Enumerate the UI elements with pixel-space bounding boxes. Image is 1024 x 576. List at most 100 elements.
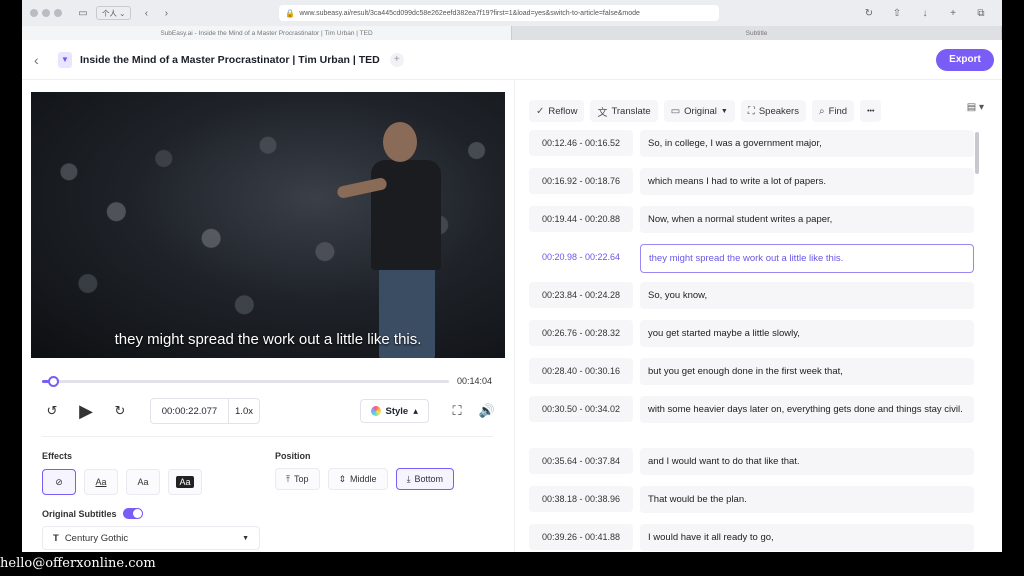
timestamp[interactable]: 00:19.44 - 00:20.88	[529, 206, 633, 232]
transcript-row[interactable]: 00:23.84 - 00:24.28 So, you know,	[529, 282, 978, 309]
browser-window: ▭ 个人 ⌄ ‹ › 🔒 www.subeasy.ai/result/3ca44…	[22, 0, 1002, 552]
reflow-button[interactable]: ✓ Reflow	[529, 100, 585, 122]
check-icon: ✓	[536, 105, 545, 117]
playback-speed[interactable]: 1.0x	[229, 399, 259, 423]
segment-text[interactable]: you get started maybe a little slowly,	[640, 320, 974, 347]
seek-bar[interactable]	[42, 376, 449, 387]
palette-icon	[370, 406, 381, 416]
transcript-row[interactable]: 00:16.92 - 00:18.76 which means I had to …	[529, 168, 978, 195]
volume-icon[interactable]: 🔊	[477, 401, 497, 421]
position-middle-button[interactable]: ⇕ Middle	[327, 468, 388, 490]
caret-up-icon: ▴	[413, 405, 418, 417]
transcript-row[interactable]: 00:19.44 - 00:20.88 Now, when a normal st…	[529, 206, 978, 233]
view-options-icon[interactable]: ▤ ▾	[967, 102, 984, 113]
find-button[interactable]: ⌕ Find	[811, 100, 855, 122]
transcript-row[interactable]: 00:35.64 - 00:37.84 and I would want to d…	[529, 448, 978, 475]
effect-none-button[interactable]: ⊘	[42, 469, 76, 495]
effect-background-button[interactable]: Aa	[168, 469, 202, 495]
timestamp[interactable]: 00:38.18 - 00:38.96	[529, 486, 633, 512]
time-display: 00:00:22.077 1.0x	[150, 398, 260, 424]
back-nav-icon[interactable]: ‹	[139, 6, 153, 20]
downloads-icon[interactable]: ↓	[918, 6, 932, 20]
back-arrow-icon[interactable]: ‹	[34, 52, 48, 68]
document-icon: ▼	[58, 51, 72, 68]
segment-text[interactable]: Now, when a normal student writes a pape…	[640, 206, 974, 233]
close-window-icon[interactable]	[30, 9, 38, 17]
rewind-icon[interactable]: ↺	[42, 401, 62, 421]
transcript-row[interactable]: 00:26.76 - 00:28.32 you get started maybe…	[529, 320, 978, 347]
tab-subeasy[interactable]: SubEasy.ai - Inside the Mind of a Master…	[22, 26, 512, 40]
segment-text[interactable]: with some heavier days later on, everyth…	[640, 396, 974, 423]
speaker-figure-head	[383, 122, 417, 162]
minimize-window-icon[interactable]	[42, 9, 50, 17]
timestamp[interactable]: 00:20.98 - 00:22.64	[529, 244, 633, 270]
style-button[interactable]: Style ▴	[359, 399, 429, 423]
sidebar-toggle-icon[interactable]: ▭	[76, 6, 90, 20]
share-icon[interactable]: ⇧	[890, 6, 904, 20]
font-select[interactable]: T Century Gothic ▼	[42, 526, 260, 550]
transcript-row[interactable]: 00:38.18 - 00:38.96 That would be the pla…	[529, 486, 978, 513]
tab-overview-icon[interactable]: ⧉	[974, 6, 988, 20]
maximize-window-icon[interactable]	[54, 9, 62, 17]
page-title: Inside the Mind of a Master Procrastinat…	[80, 53, 380, 66]
tab-subtitle[interactable]: Subtitle	[512, 26, 1002, 40]
position-bottom-button[interactable]: ⤓ Bottom	[395, 468, 455, 490]
translate-label: Translate	[611, 105, 651, 117]
find-label: Find	[828, 105, 848, 117]
forward-icon[interactable]: ↻	[110, 401, 130, 421]
translate-button[interactable]: 文 Translate	[590, 100, 658, 122]
reflow-label: Reflow	[548, 105, 578, 117]
scrollbar[interactable]	[975, 132, 979, 174]
segment-text[interactable]: So, in college, I was a government major…	[640, 130, 974, 157]
original-subtitles-row: Original Subtitles	[42, 508, 143, 519]
original-dropdown[interactable]: ▭ Original ▼	[663, 100, 735, 122]
font-value: Century Gothic	[64, 532, 129, 544]
segment-text[interactable]: I would have it all ready to go,	[640, 524, 974, 551]
play-icon[interactable]: ▶	[76, 401, 96, 421]
timestamp[interactable]: 00:35.64 - 00:37.84	[529, 448, 633, 474]
forward-nav-icon[interactable]: ›	[159, 6, 173, 20]
style-label: Style	[385, 405, 409, 417]
timestamp[interactable]: 00:39.26 - 00:41.88	[529, 524, 633, 550]
address-bar[interactable]: 🔒 www.subeasy.ai/result/3ca445cd099dc58e…	[279, 5, 720, 21]
new-tab-icon[interactable]: +	[946, 6, 960, 20]
transcript-row[interactable]: 00:30.50 - 00:34.02 with some heavier day…	[529, 396, 978, 423]
video-player[interactable]: they might spread the work out a little …	[31, 92, 505, 358]
timestamp[interactable]: 00:16.92 - 00:18.76	[529, 168, 633, 194]
segment-text[interactable]: and I would want to do that like that.	[640, 448, 974, 475]
seek-handle[interactable]	[47, 376, 59, 387]
segment-text[interactable]: but you get enough done in the first wee…	[640, 358, 974, 385]
transcript-row[interactable]: 00:20.98 - 00:22.64 they might spread the…	[529, 244, 978, 273]
window-controls[interactable]	[30, 9, 62, 17]
effect-plain-button[interactable]: Aa	[126, 469, 160, 495]
position-middle-label: Middle	[350, 474, 377, 484]
add-tag-button[interactable]: +	[389, 52, 404, 67]
caret-down-icon: ▼	[720, 107, 728, 115]
effects-group: ⊘ Aa Aa Aa	[42, 469, 202, 495]
reload-icon[interactable]: ↻	[862, 6, 876, 20]
original-subtitles-toggle[interactable]	[122, 508, 143, 519]
transcript-toolbar: ✓ Reflow 文 Translate ▭ Original ▼ ⛶ Speakers …	[529, 100, 882, 122]
position-top-button[interactable]: ⤒ Top	[275, 468, 320, 490]
segment-text[interactable]: That would be the plan.	[640, 486, 974, 513]
profile-switcher[interactable]: 个人 ⌄	[96, 6, 132, 20]
timestamp[interactable]: 00:28.40 - 00:30.16	[529, 358, 633, 384]
fullscreen-icon[interactable]: ⛶	[447, 401, 467, 421]
timestamp[interactable]: 00:30.50 - 00:34.02	[529, 396, 633, 422]
segment-text[interactable]: which means I had to write a lot of pape…	[640, 168, 974, 195]
timestamp[interactable]: 00:23.84 - 00:24.28	[529, 282, 633, 308]
transcript-row[interactable]: 00:39.26 - 00:41.88 I would have it all r…	[529, 524, 978, 551]
translate-icon: 文	[597, 107, 608, 119]
export-button[interactable]: Export	[936, 48, 994, 71]
segment-text[interactable]: they might spread the work out a little …	[640, 244, 974, 273]
more-button[interactable]: •••	[860, 100, 882, 122]
timestamp[interactable]: 00:12.46 - 00:16.52	[529, 130, 633, 156]
align-middle-icon: ⇕	[338, 473, 347, 484]
transcript-row[interactable]: 00:28.40 - 00:30.16 but you get enough do…	[529, 358, 978, 385]
transcript-row[interactable]: 00:12.46 - 00:16.52 So, in college, I was…	[529, 130, 978, 157]
speakers-button[interactable]: ⛶ Speakers	[740, 100, 806, 122]
timestamp[interactable]: 00:26.76 - 00:28.32	[529, 320, 633, 346]
effect-outline-button[interactable]: Aa	[84, 469, 118, 495]
segment-text[interactable]: So, you know,	[640, 282, 974, 309]
current-time[interactable]: 00:00:22.077	[151, 399, 229, 423]
